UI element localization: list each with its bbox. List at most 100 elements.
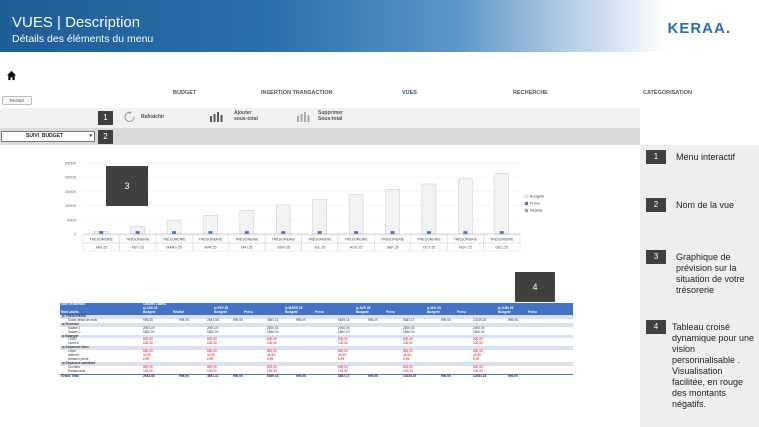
bar-budgete (276, 204, 291, 235)
x-tick-label: NOV 25 (459, 246, 472, 250)
bar-budgete (348, 194, 364, 235)
header-banner: VUES | Description Détails des éléments … (0, 0, 759, 52)
bar-prevu (281, 231, 286, 234)
x-tick-label: JUIN 25 (277, 246, 290, 250)
view-dropdown[interactable]: SUIVI_BUDGET ▾ (1, 131, 95, 142)
legend-label: Prévu (530, 202, 540, 206)
y-tick-label: 10000 (65, 203, 77, 208)
category-top-label: TRÉSORERIE (162, 237, 186, 242)
legend-swatch (524, 194, 529, 199)
panel-text-4: Tableau croisé dynamique pour une vision… (672, 322, 755, 409)
pivot-cell-value: 2643,08 (143, 373, 155, 378)
home-icon[interactable] (6, 70, 17, 81)
category-top-label: TRÉSORERIE (90, 237, 114, 242)
legend-swatch (524, 201, 529, 206)
nav-vues[interactable]: VUES (402, 90, 417, 96)
y-tick-label: 0 (74, 232, 77, 237)
pivot-cell-value: 12083,23 (473, 373, 487, 378)
x-tick-label: JUL 25 (314, 246, 325, 250)
category-top-label: TRÉSORERIE (308, 237, 332, 242)
refresh-icon[interactable] (123, 111, 137, 123)
pivot-row-label: Grand Total (61, 373, 79, 378)
category-top-label: TRÉSORERIE (126, 237, 150, 242)
x-tick-label: FEV 25 (132, 246, 144, 250)
logo: KERAA. (667, 20, 731, 37)
x-tick-label: JAN 25 (95, 246, 107, 250)
bar-budgete (494, 173, 509, 235)
nav-insertion-transaction[interactable]: INSERTION TRANSACTION (261, 90, 333, 96)
callout-4: 4 (515, 272, 555, 302)
y-tick-label: 15000 (65, 189, 77, 194)
callout-3: 3 (106, 166, 148, 206)
bar-prevu (135, 231, 140, 234)
category-top-label: TRÉSORERIE (272, 237, 296, 242)
x-tick-label: AOU 25 (350, 246, 363, 250)
bar-prevu (354, 231, 359, 234)
pivot-cell-value: 995,05 (441, 373, 451, 378)
x-tick-label: AVR 25 (204, 246, 216, 250)
pivot-cell-value: 8387,17 (338, 373, 350, 378)
legend-label: Budgété (530, 195, 544, 199)
restart-button[interactable]: Restart (2, 96, 32, 105)
pivot-cell-value: 4691,11 (207, 373, 219, 378)
refresh-button[interactable]: Rafraichir (141, 114, 164, 120)
x-tick-label: OCT 25 (423, 246, 436, 250)
panel-num-3: 3 (646, 250, 666, 264)
nav-categorisation[interactable]: CATÉGORISATION (643, 90, 692, 96)
bar-prevu (99, 231, 104, 234)
y-tick-label: 20000 (65, 175, 77, 180)
bar-budgete (239, 209, 255, 235)
x-tick-label: SEP 25 (386, 246, 398, 250)
bar-prevu (208, 231, 213, 234)
y-tick-label: 25000 (65, 161, 77, 166)
pivot-cell-value: 10235,20 (403, 373, 417, 378)
nav-recherche[interactable]: RECHERCHE (513, 90, 548, 96)
bar-prevu (172, 231, 177, 234)
panel-num-4: 4 (646, 320, 666, 334)
category-top-label: TRÉSORERIE (381, 237, 405, 242)
category-top-label: TRÉSORERIE (199, 237, 223, 242)
remove-subtotal-label-2: Sous-total (318, 116, 343, 122)
add-subtotal-label-2: sous-total (234, 116, 258, 122)
legend-swatch (524, 208, 529, 213)
x-tick-label: MARS 25 (166, 246, 181, 250)
bar-prevu (499, 231, 504, 234)
callout-1: 1 (98, 111, 113, 125)
callout-2: 2 (98, 130, 113, 144)
bar-prevu (390, 231, 395, 234)
pivot-cell-value: 995,05 (368, 373, 378, 378)
pivot-cell-value: 995,05 (233, 373, 243, 378)
panel-num-1: 1 (646, 150, 666, 164)
pivot-cell-value: 6539,14 (267, 373, 279, 378)
category-top-label: TRÉSORERIE (454, 237, 478, 242)
top-nav: BUDGET INSERTION TRANSACTION VUES RECHER… (0, 86, 759, 102)
legend-label: Réalisé (530, 209, 543, 213)
category-top-label: TRÉSORERIE (417, 237, 441, 242)
add-subtotal-button[interactable]: Ajouter sous-total (234, 110, 258, 122)
pivot-cell-value: 995,05 (296, 373, 306, 378)
category-top-label: TRÉSORERIE (344, 237, 368, 242)
x-tick-label: DEC 25 (495, 246, 508, 250)
add-subtotal-icon[interactable] (209, 111, 223, 123)
pivot-cell-value: 995,05 (179, 373, 189, 378)
category-top-label: TRÉSORERIE (235, 237, 259, 242)
bar-prevu (463, 231, 468, 234)
nav-budget[interactable]: BUDGET (173, 90, 196, 96)
pivot-table[interactable]: Sum of Montant Column Labels ⊟ JAN 25 ⊟ FEV… (60, 302, 573, 409)
remove-subtotal-icon[interactable] (296, 111, 310, 123)
bar-budgete (312, 199, 327, 235)
bar-prevu (426, 231, 431, 234)
bar-budgete (385, 188, 400, 235)
page-title: VUES | Description (12, 14, 141, 31)
category-top-label: TRÉSORERIE (490, 237, 514, 242)
y-tick-label: 5000 (67, 217, 77, 222)
page-subtitle: Détails des éléments du menu (12, 33, 154, 45)
panel-text-1: Menu interactif (676, 152, 736, 162)
table-row: Grand Total 2643,08 995,05 4691,11 995,05 653… (60, 373, 573, 378)
view-dropdown-value: SUIVI_BUDGET (26, 133, 63, 139)
bar-prevu (244, 231, 249, 234)
panel-text-3: Graphique de prévision sur la situation … (676, 252, 745, 295)
bar-budgete (421, 183, 437, 235)
remove-subtotal-button[interactable]: Supprimer Sous-total (318, 110, 343, 122)
panel-num-2: 2 (646, 198, 666, 212)
